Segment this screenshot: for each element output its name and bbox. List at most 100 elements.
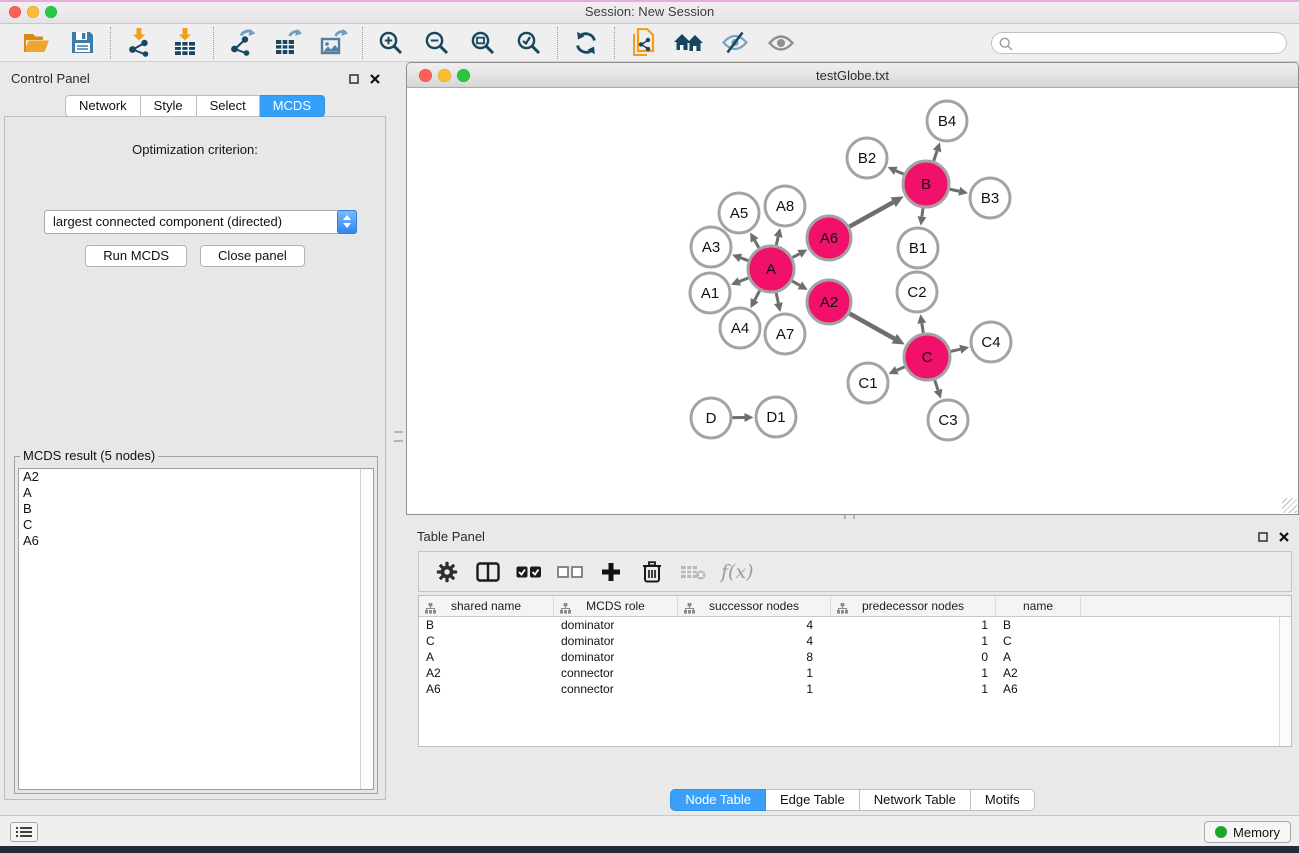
table-cell[interactable]: 1: [831, 633, 996, 649]
show-columns-icon[interactable]: [475, 559, 501, 585]
graph-node-C1[interactable]: C1: [848, 363, 888, 403]
table-cell[interactable]: dominator: [554, 649, 678, 665]
table-cell[interactable]: A2: [419, 665, 554, 681]
memory-button[interactable]: Memory: [1204, 821, 1291, 843]
table-cell[interactable]: A: [996, 649, 1081, 665]
table-options-gear-icon[interactable]: [434, 559, 460, 585]
minimize-window-button[interactable]: [27, 6, 39, 18]
mcds-result-list[interactable]: A2ABCA6: [18, 468, 374, 790]
table-cell[interactable]: 8: [678, 649, 831, 665]
column-header[interactable]: name: [996, 596, 1081, 616]
export-network-button[interactable]: [224, 27, 260, 59]
table-cell[interactable]: 0: [831, 649, 996, 665]
tab-network[interactable]: Network: [65, 95, 141, 117]
table-cell[interactable]: dominator: [554, 617, 678, 633]
tab-node-table[interactable]: Node Table: [670, 789, 766, 811]
mcds-result-item[interactable]: A2: [19, 469, 373, 485]
float-panel-icon[interactable]: [1258, 529, 1268, 547]
graph-node-A[interactable]: A: [748, 246, 794, 292]
zoom-selected-button[interactable]: [511, 27, 547, 59]
graph-edge-B-B2[interactable]: [888, 167, 904, 175]
show-graphics-details-button[interactable]: [763, 27, 799, 59]
combo-stepper-icon[interactable]: [337, 210, 357, 234]
column-header[interactable]: MCDS role: [554, 596, 678, 616]
float-panel-icon[interactable]: [349, 71, 359, 89]
network-zoom-button[interactable]: [457, 69, 470, 82]
network-minimize-button[interactable]: [438, 69, 451, 82]
task-history-button[interactable]: [10, 822, 38, 842]
graph-edge-C-C1[interactable]: [889, 366, 905, 374]
window-resize-grip[interactable]: [1282, 498, 1297, 513]
table-cell[interactable]: A6: [996, 681, 1081, 697]
graph-edge-A-A1[interactable]: [731, 277, 748, 285]
table-cell[interactable]: C: [419, 633, 554, 649]
column-header[interactable]: successor nodes: [678, 596, 831, 616]
vertical-splitter-grip[interactable]: [394, 431, 403, 442]
network-window-titlebar[interactable]: testGlobe.txt: [407, 63, 1298, 88]
export-image-button[interactable]: [316, 27, 352, 59]
hide-graphics-details-button[interactable]: [717, 27, 753, 59]
zoom-window-button[interactable]: [45, 6, 57, 18]
zoom-fit-button[interactable]: [465, 27, 501, 59]
graph-edge-B-B1[interactable]: [917, 208, 926, 225]
graph-edge-A-A7[interactable]: [774, 293, 783, 312]
table-row[interactable]: A2connector11A2: [419, 665, 1291, 681]
optimization-criterion-select[interactable]: largest connected component (directed): [44, 210, 357, 234]
graph-edge-A2-C[interactable]: [849, 314, 904, 345]
close-panel-icon[interactable]: [370, 71, 380, 89]
graph-node-A7[interactable]: A7: [765, 314, 805, 354]
zoom-in-button[interactable]: [373, 27, 409, 59]
table-cell[interactable]: 4: [678, 633, 831, 649]
graph-edge-C-C3[interactable]: [934, 380, 943, 398]
graph-node-B[interactable]: B: [903, 161, 949, 207]
graph-node-A4[interactable]: A4: [720, 308, 760, 348]
graph-node-A1[interactable]: A1: [690, 273, 730, 313]
close-panel-icon[interactable]: [1279, 529, 1289, 547]
add-column-icon[interactable]: [598, 559, 624, 585]
table-cell[interactable]: 1: [678, 681, 831, 697]
open-file-button[interactable]: [18, 27, 54, 59]
graph-edge-A-A2[interactable]: [792, 281, 807, 290]
graph-edge-C-C4[interactable]: [951, 345, 969, 354]
table-scrollbar[interactable]: [1279, 617, 1291, 746]
graph-edge-A-A3[interactable]: [732, 254, 748, 262]
import-table-button[interactable]: [167, 27, 203, 59]
delete-column-icon[interactable]: [639, 559, 665, 585]
graph-node-B1[interactable]: B1: [898, 228, 938, 268]
graph-node-C4[interactable]: C4: [971, 322, 1011, 362]
graph-edge-A-A6[interactable]: [793, 250, 808, 258]
mcds-result-item[interactable]: B: [19, 501, 373, 517]
search-input[interactable]: [991, 32, 1287, 54]
graph-node-B3[interactable]: B3: [970, 178, 1010, 218]
table-cell[interactable]: B: [419, 617, 554, 633]
graph-edge-A6-B[interactable]: [850, 196, 904, 226]
graph-edge-B-B3[interactable]: [950, 187, 968, 196]
tab-edge-table[interactable]: Edge Table: [766, 789, 860, 811]
column-header[interactable]: shared name: [419, 596, 554, 616]
table-row[interactable]: Bdominator41B: [419, 617, 1291, 633]
table-cell[interactable]: dominator: [554, 633, 678, 649]
table-cell[interactable]: 1: [831, 665, 996, 681]
graph-node-B4[interactable]: B4: [927, 101, 967, 141]
tab-mcds[interactable]: MCDS: [260, 95, 325, 117]
table-cell[interactable]: C: [996, 633, 1081, 649]
table-cell[interactable]: connector: [554, 665, 678, 681]
table-row[interactable]: A6connector11A6: [419, 681, 1291, 697]
table-cell[interactable]: connector: [554, 681, 678, 697]
graph-node-B2[interactable]: B2: [847, 138, 887, 178]
graph-edge-D-D1[interactable]: [732, 413, 753, 422]
refresh-button[interactable]: [568, 27, 604, 59]
close-window-button[interactable]: [9, 6, 21, 18]
network-graph[interactable]: B4B2BB3A5A8A6B1A3AA1C2A2A4A7C4CC1C3DD1: [407, 89, 1298, 514]
horizontal-splitter-grip[interactable]: [844, 515, 855, 519]
tab-network-table[interactable]: Network Table: [860, 789, 971, 811]
run-mcds-button[interactable]: Run MCDS: [85, 245, 187, 267]
import-network-button[interactable]: [121, 27, 157, 59]
graph-node-C3[interactable]: C3: [928, 400, 968, 440]
graph-node-D[interactable]: D: [691, 398, 731, 438]
table-cell[interactable]: A: [419, 649, 554, 665]
table-row[interactable]: Adominator80A: [419, 649, 1291, 665]
table-header[interactable]: shared nameMCDS rolesuccessor nodesprede…: [419, 596, 1291, 617]
table-cell[interactable]: A2: [996, 665, 1081, 681]
graph-node-C[interactable]: C: [904, 334, 950, 380]
